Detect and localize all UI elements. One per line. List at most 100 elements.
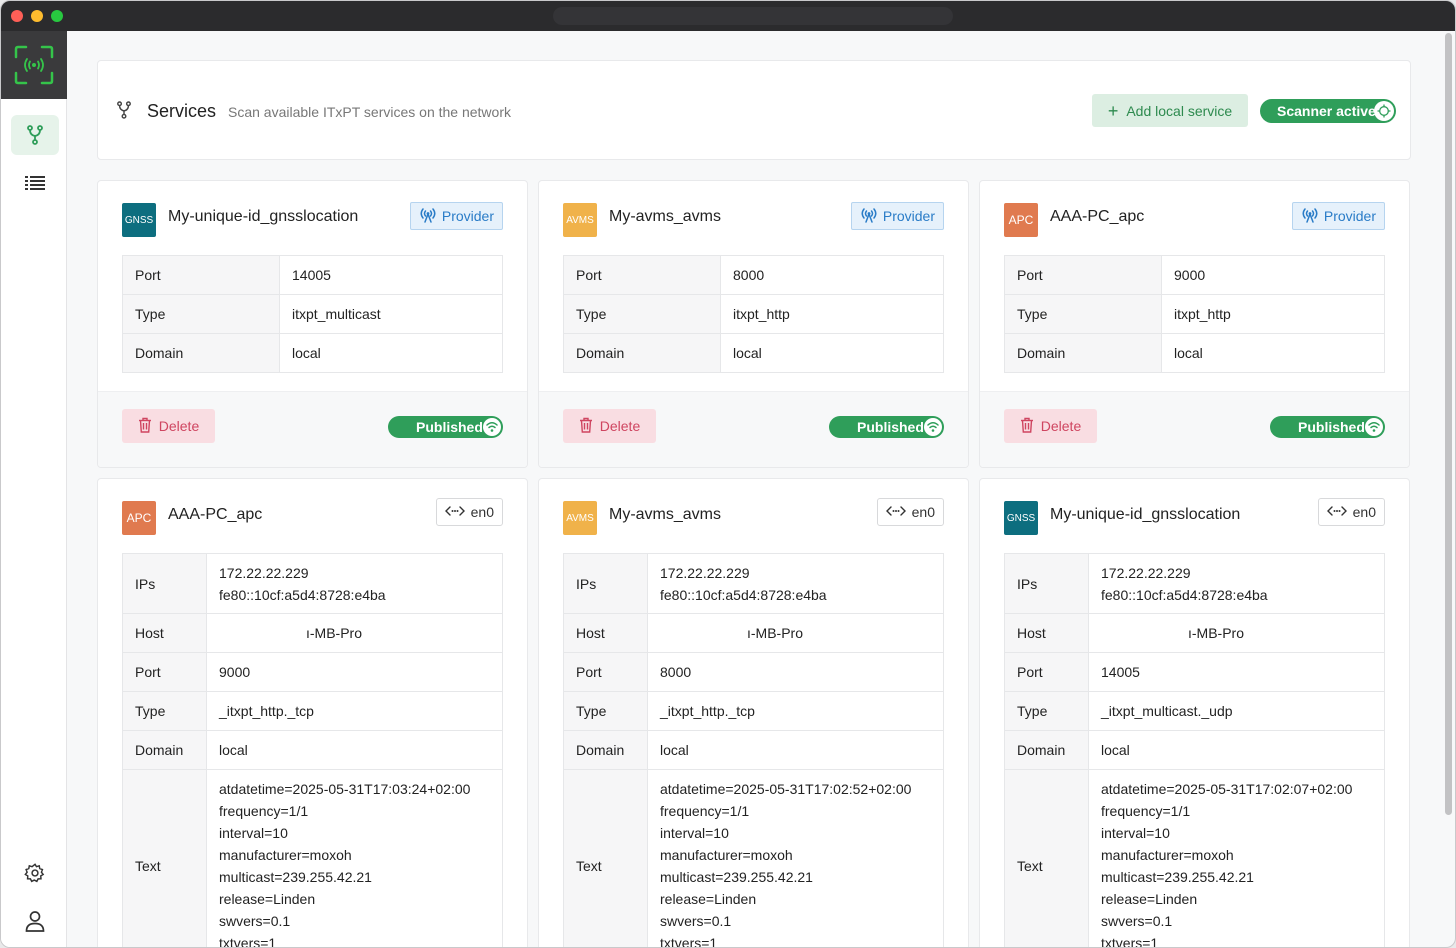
table-row: Text atdatetime=2025-05-31T17:03:24+02:00… (122, 769, 503, 947)
published-label: Published (857, 419, 924, 435)
provider-label: Provider (882, 208, 935, 224)
row-key: Host (122, 613, 207, 653)
wifi-icon (483, 418, 501, 436)
service-details-table: Port 14005 Type itxpt_multicast Domain local (122, 255, 503, 373)
page-subtitle: Scan available ITxPT services on the net… (228, 104, 511, 120)
table-row: IPs 172.22.22.229 fe80::10cf:a5d4:8728:e4b… (563, 553, 944, 614)
table-row: Type _itxpt_multicast._udp (1004, 691, 1385, 731)
antenna-icon (419, 207, 437, 226)
row-value: 14005 (1088, 652, 1385, 692)
table-row: Port 8000 (563, 255, 944, 295)
wifi-icon (924, 418, 942, 436)
row-value: 14005 (279, 255, 503, 295)
sidebar (1, 31, 67, 947)
txt-record: manufacturer=moxoh (660, 847, 793, 863)
service-details-table: IPs 172.22.22.229 fe80::10cf:a5d4:8728:e4b… (563, 553, 944, 948)
txt-record: atdatetime=2025-05-31T17:02:52+02:00 (660, 781, 912, 797)
crosshair-icon (1374, 101, 1394, 121)
discovered-service-card: APC AAA-PC_apc en0 IPs 172.22.22.229 fe80::10… (97, 478, 528, 947)
table-row: Type itxpt_http (1004, 294, 1385, 334)
txt-record: frequency=1/1 (1101, 803, 1191, 819)
ip-address: fe80::10cf:a5d4:8728:e4ba (219, 586, 386, 603)
code-icon (885, 504, 906, 520)
row-key: Text (563, 769, 648, 947)
delete-button[interactable]: Delete (1004, 409, 1097, 443)
row-value: local (720, 333, 944, 373)
row-key: Type (122, 294, 280, 334)
service-name: My-avms_avms (609, 208, 722, 225)
provider-badge[interactable]: Provider (850, 202, 944, 230)
table-row: Domain local (122, 730, 503, 770)
row-key: Port (1004, 255, 1162, 295)
table-row: Type itxpt_http (563, 294, 944, 334)
antenna-icon (1301, 207, 1319, 226)
ip-address: 172.22.22.229 (219, 564, 309, 581)
scanner-toggle[interactable]: Scanner active (1260, 99, 1396, 123)
delete-button[interactable]: Delete (122, 409, 215, 443)
provider-label: Provider (441, 208, 494, 224)
interface-badge[interactable]: en0 (876, 498, 944, 526)
nav-settings[interactable] (11, 853, 59, 893)
table-row: Host ı-MB-Pro (122, 613, 503, 653)
service-name: My-unique-id_gnsslocation (1050, 506, 1241, 523)
antenna-icon (860, 207, 878, 226)
row-value: atdatetime=2025-05-31T17:02:07+02:00 freq… (1088, 769, 1385, 947)
row-key: Type (122, 691, 207, 731)
add-local-service-button[interactable]: + Add local service (1092, 94, 1248, 127)
provider-badge[interactable]: Provider (1291, 202, 1385, 230)
ip-address: fe80::10cf:a5d4:8728:e4ba (1101, 586, 1268, 603)
row-value: local (206, 730, 503, 770)
minimize-window-button[interactable] (31, 10, 43, 22)
published-toggle[interactable]: Published (829, 416, 944, 438)
main-content: Services Scan available ITxPT services o… (67, 31, 1447, 948)
row-key: Type (563, 294, 721, 334)
wifi-scan-icon (14, 45, 54, 85)
row-key: Text (122, 769, 207, 947)
row-value: 9000 (1161, 255, 1385, 295)
service-name: AAA-PC_apc (168, 506, 263, 523)
delete-button[interactable]: Delete (563, 409, 656, 443)
ip-address: fe80::10cf:a5d4:8728:e4ba (660, 586, 827, 603)
service-details-table: Port 8000 Type itxpt_http Domain local (563, 255, 944, 373)
published-toggle[interactable]: Published (388, 416, 503, 438)
table-row: IPs 172.22.22.229 fe80::10cf:a5d4:8728:e4b… (122, 553, 503, 614)
published-toggle[interactable]: Published (1270, 416, 1385, 438)
row-value: local (647, 730, 944, 770)
txt-record: multicast=239.255.42.21 (1101, 869, 1254, 885)
txt-record: atdatetime=2025-05-31T17:02:07+02:00 (1101, 781, 1353, 797)
nav-user[interactable] (11, 901, 59, 941)
user-icon (25, 911, 45, 932)
txt-record: txtvers=1 (660, 935, 718, 948)
row-key: Domain (563, 333, 721, 373)
service-avatar: AVMS (563, 501, 597, 535)
interface-label: en0 (470, 504, 494, 520)
ip-address: 172.22.22.229 (1101, 564, 1191, 581)
published-service-card: AVMS My-avms_avms Provider Port 8000 Type itxp… (538, 180, 969, 468)
table-row: Port 14005 (122, 255, 503, 295)
txt-record: swvers=0.1 (660, 913, 732, 929)
close-window-button[interactable] (11, 10, 23, 22)
table-row: Type _itxpt_http._tcp (122, 691, 503, 731)
zoom-window-button[interactable] (51, 10, 63, 22)
txt-record: frequency=1/1 (660, 803, 750, 819)
row-key: Domain (122, 730, 207, 770)
txt-record: manufacturer=moxoh (219, 847, 352, 863)
row-key: Text (1004, 769, 1089, 947)
table-row: Text atdatetime=2025-05-31T17:02:07+02:00… (1004, 769, 1385, 947)
row-value: atdatetime=2025-05-31T17:02:52+02:00 freq… (647, 769, 944, 948)
nav-list[interactable] (11, 163, 59, 203)
txt-record: multicast=239.255.42.21 (219, 869, 372, 885)
row-key: Domain (1004, 730, 1089, 770)
interface-badge[interactable]: en0 (435, 498, 503, 526)
txt-record: multicast=239.255.42.21 (660, 869, 813, 885)
title-bar-handle (553, 7, 953, 25)
row-value: _itxpt_http._tcp (206, 691, 503, 731)
row-value: 172.22.22.229fe80::10cf:a5d4:8728:e4ba (206, 553, 503, 614)
txt-record: atdatetime=2025-05-31T17:03:24+02:00 (219, 781, 471, 797)
row-value: ı-MB-Pro (647, 613, 944, 653)
nav-services[interactable] (11, 115, 59, 155)
row-key: Port (1004, 652, 1089, 692)
provider-badge[interactable]: Provider (409, 202, 503, 230)
interface-badge[interactable]: en0 (1317, 498, 1385, 526)
table-row: Domain local (563, 333, 944, 373)
